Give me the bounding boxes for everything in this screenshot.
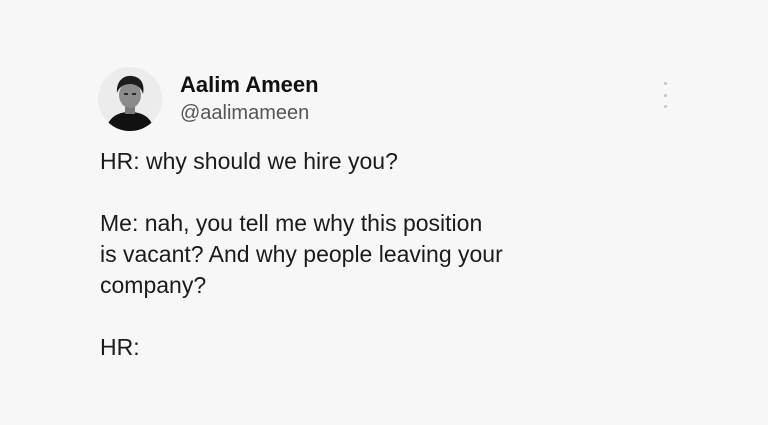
more-dot bbox=[663, 93, 667, 97]
tweet-line-hr-end: HR: bbox=[100, 334, 140, 360]
more-dot bbox=[663, 105, 667, 108]
tweet-line-me-reply: Me: nah, you tell me why this position i… bbox=[100, 210, 503, 298]
display-name[interactable]: Aalim Ameen bbox=[180, 72, 319, 98]
author-names: Aalim Ameen @aalimameen bbox=[180, 72, 319, 126]
more-vertical-icon[interactable] bbox=[658, 82, 672, 108]
tweet-card: Aalim Ameen @aalimameen HR: why should w… bbox=[0, 0, 768, 425]
more-dot bbox=[663, 82, 667, 85]
avatar[interactable] bbox=[98, 67, 162, 131]
user-handle[interactable]: @aalimameen bbox=[180, 100, 319, 126]
profile-photo-icon bbox=[98, 67, 162, 131]
tweet-header: Aalim Ameen @aalimameen bbox=[98, 66, 319, 132]
tweet-line-hr-question: HR: why should we hire you? bbox=[100, 148, 398, 174]
tweet-text: HR: why should we hire you? Me: nah, you… bbox=[100, 146, 680, 394]
